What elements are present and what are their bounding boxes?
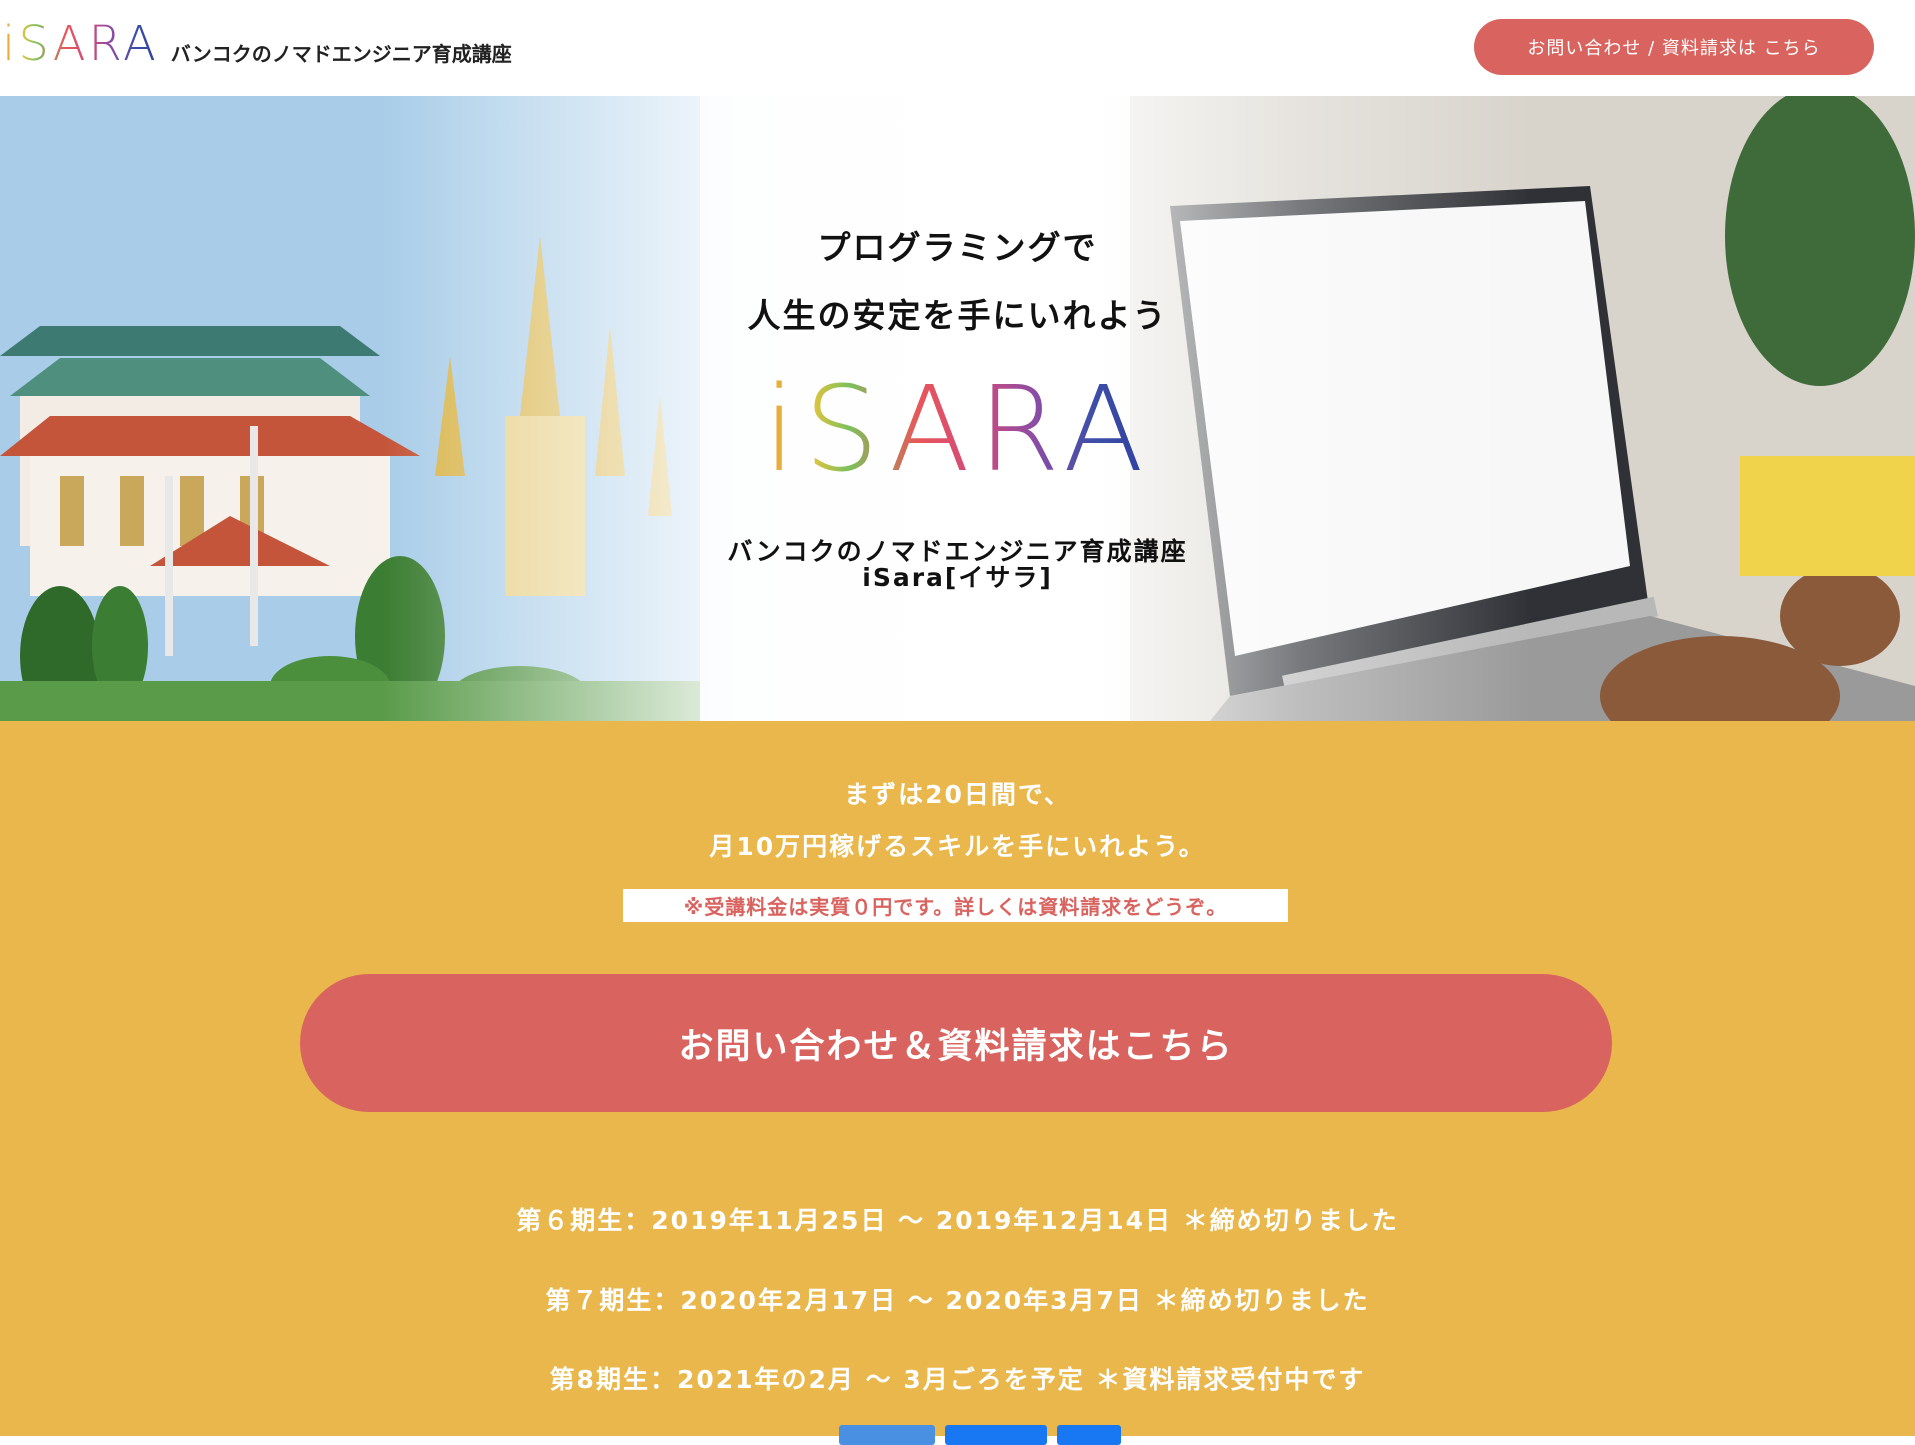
hero-headline-line1: プログラミングで (817, 228, 1098, 267)
term-item-7: 第７期生：2020年2月17日 ～ 2020年3月7日 ＊締め切りました (545, 1286, 1370, 1315)
hero-banner: プログラミングで 人生の安定を手にいれよう iSARA バンコクのノマドエンジニ… (0, 96, 1915, 721)
hero-logo-text: iSARA (763, 360, 1152, 498)
brand[interactable]: iSARA バンコクのノマドエンジニア育成講座 (2, 20, 512, 68)
offer-line1: まずは20日間で、 (844, 780, 1071, 809)
hero-headline-line2: 人生の安定を手にいれよう (747, 296, 1168, 335)
site-logo[interactable]: iSARA (2, 20, 159, 68)
share-button[interactable] (945, 1425, 1047, 1445)
site-tagline: バンコクのノマドエンジニア育成講座 (170, 42, 512, 66)
share-button[interactable] (1057, 1425, 1121, 1445)
header-contact-button[interactable]: お問い合わせ / 資料請求は こちら (1474, 19, 1874, 75)
site-header: iSARA バンコクのノマドエンジニア育成講座 お問い合わせ / 資料請求は こ… (0, 0, 1915, 96)
social-share-buttons (839, 1425, 1121, 1445)
offer-section: まずは20日間で、 月10万円稼げるスキルを手にいれよう。 ※受講料金は実質０円… (0, 721, 1915, 1445)
contact-request-button[interactable]: お問い合わせ＆資料請求はこちら (300, 974, 1612, 1112)
hero-logo: iSARA (0, 364, 1915, 494)
term-item-6: 第６期生：2019年11月25日 ～ 2019年12月14日 ＊締め切りました (516, 1206, 1399, 1235)
share-button[interactable] (839, 1425, 935, 1445)
fee-note: ※受講料金は実質０円です。詳しくは資料請求をどうぞ。 (623, 889, 1288, 922)
term-item-8: 第8期生：2021年の2月 ～ 3月ごろを予定 ＊資料請求受付中です (549, 1365, 1366, 1394)
hero-brand-name: iSara[イサラ] (862, 563, 1053, 592)
offer-line2: 月10万円稼げるスキルを手にいれよう。 (709, 832, 1206, 861)
